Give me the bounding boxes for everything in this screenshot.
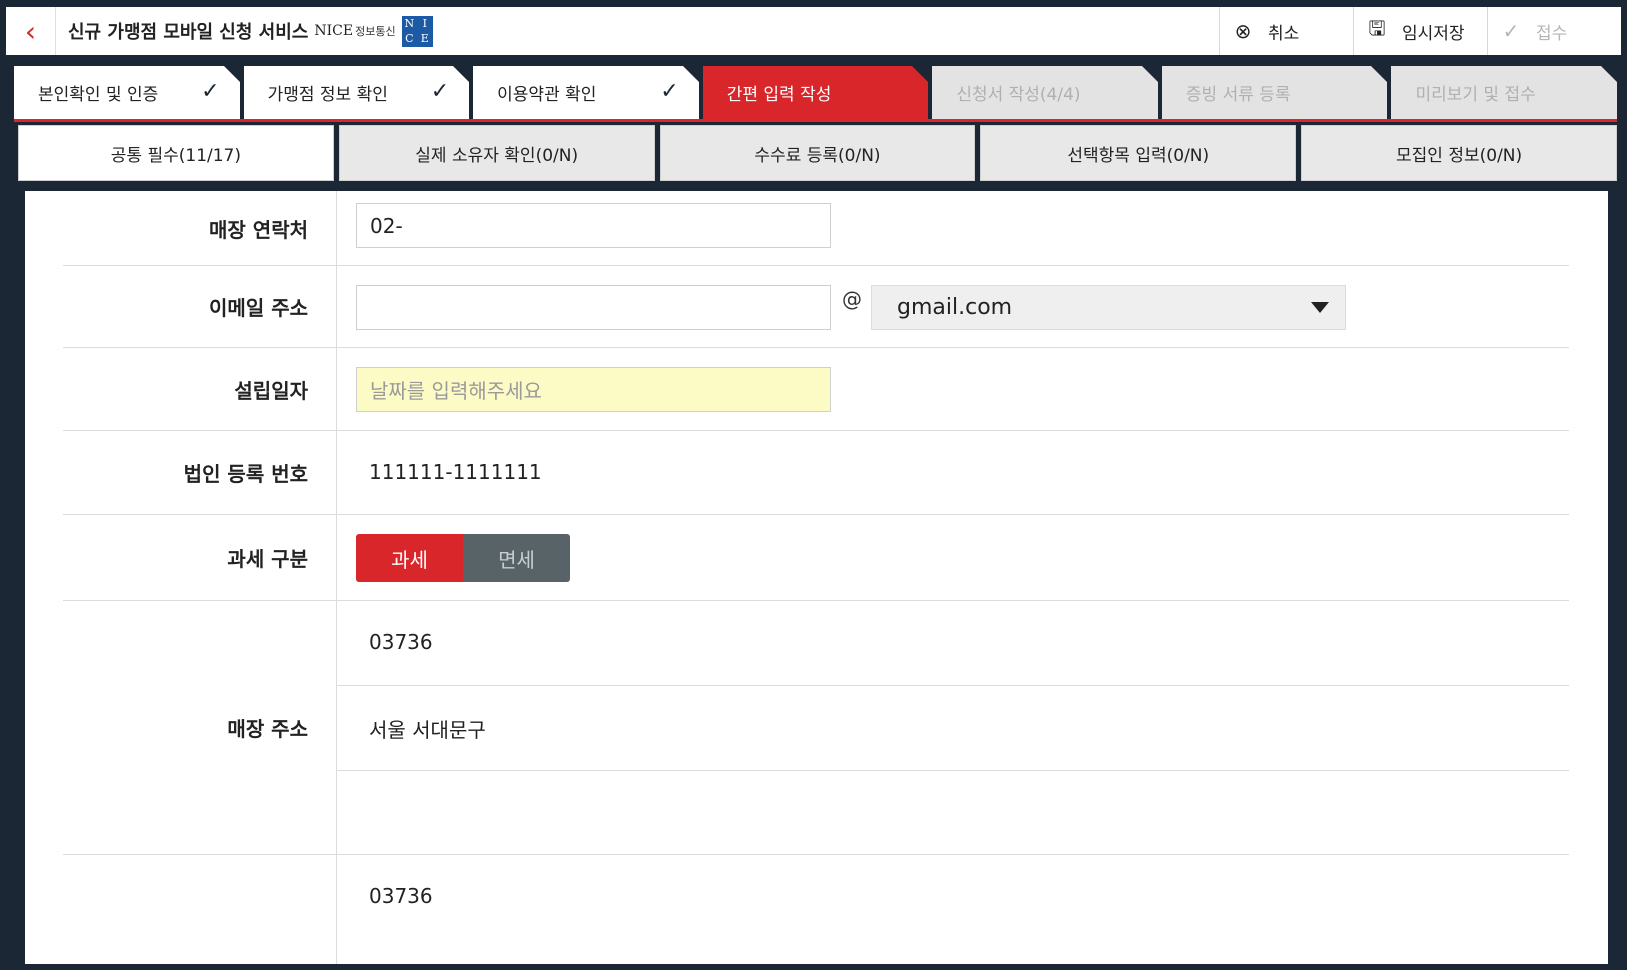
subtab-fees[interactable]: 수수료 등록(0/N) <box>659 125 976 181</box>
email-local-input[interactable] <box>356 285 831 330</box>
temp-save-button[interactable]: 🖫 임시저장 <box>1353 7 1487 55</box>
taxable-option[interactable]: 과세 <box>356 534 463 582</box>
step-label: 본인확인 및 인증 <box>38 85 159 105</box>
step-tab-application[interactable]: 신청서 작성(4/4) <box>932 66 1158 119</box>
brand-sub: 정보통신 <box>355 25 396 38</box>
logo-letter: I <box>422 16 427 30</box>
corp-number-value: 111111-1111111 <box>369 460 542 484</box>
row-store-phone: 매장 연락처 02- <box>63 191 1569 266</box>
email-domain-value: gmail.com <box>897 295 1013 320</box>
store-address-label: 매장 주소 <box>63 601 337 854</box>
checkmark-icon: ✓ <box>201 79 220 104</box>
app-header: ‹ 신규 가맹점 모바일 신청 서비스 NICE 정보통신 N I C E ⊗ … <box>6 7 1621 55</box>
row-address-2: 03736 <box>63 855 1569 964</box>
nice-logo: N I C E <box>401 15 433 47</box>
tax-type-toggle: 과세 면세 <box>356 534 570 582</box>
step-tab-documents[interactable]: 증빙 서류 등록 <box>1161 66 1388 119</box>
step-tab-preview[interactable]: 미리보기 및 접수 <box>1391 66 1618 119</box>
submit-label: 접수 <box>1536 23 1568 44</box>
step-tab-terms[interactable]: 이용약관 확인 ✓ <box>473 66 699 119</box>
active-step-underline <box>14 119 1617 122</box>
step-tab-identity[interactable]: 본인확인 및 인증 ✓ <box>14 66 240 119</box>
temp-save-label: 임시저장 <box>1402 23 1465 44</box>
cancel-button[interactable]: ⊗ 취소 <box>1219 7 1353 55</box>
page-title: 신규 가맹점 모바일 신청 서비스 <box>68 22 309 43</box>
row-store-address: 매장 주소 03736 서울 서대문구 <box>63 601 1569 855</box>
subtab-common-required[interactable]: 공통 필수(11/17) <box>18 125 334 181</box>
tax-exempt-option[interactable]: 면세 <box>463 534 570 582</box>
subtab-beneficial-owner[interactable]: 실제 소유자 확인(0/N) <box>338 125 655 181</box>
step-tabs: 본인확인 및 인증 ✓ 가맹점 정보 확인 ✓ 이용약관 확인 ✓ 간편 입력 … <box>14 66 1618 119</box>
address-zip: 03736 <box>369 630 433 654</box>
sub-tabs: 공통 필수(11/17) 실제 소유자 확인(0/N) 수수료 등록(0/N) … <box>18 125 1617 181</box>
address-2-label <box>63 855 337 964</box>
step-label: 가맹점 정보 확인 <box>267 85 388 105</box>
step-label: 이용약관 확인 <box>497 85 597 105</box>
founded-date-input[interactable]: 날짜를 입력해주세요 <box>356 367 831 412</box>
logo-letter: N <box>404 16 415 30</box>
corp-number-label: 법인 등록 번호 <box>63 431 337 514</box>
cancel-circle-icon: ⊗ <box>1234 19 1252 43</box>
address-2-zip: 03736 <box>369 884 433 908</box>
row-founded-date: 설립일자 날짜를 입력해주세요 <box>63 348 1569 431</box>
founded-date-label: 설립일자 <box>63 348 337 430</box>
at-sign: @ <box>842 287 862 311</box>
logo-letter: E <box>420 32 429 45</box>
step-label: 증빙 서류 등록 <box>1185 85 1291 105</box>
row-tax-type: 과세 구분 과세 면세 <box>63 515 1569 601</box>
save-disk-icon: 🖫 <box>1368 16 1386 40</box>
back-arrow-icon[interactable]: ‹ <box>6 7 56 55</box>
checkmark-icon: ✓ <box>430 79 450 104</box>
divider <box>337 770 1569 771</box>
checkmark-icon: ✓ <box>660 79 679 104</box>
step-label: 신청서 작성(4/4) <box>956 85 1081 105</box>
store-phone-label: 매장 연락처 <box>63 191 337 265</box>
row-corp-number: 법인 등록 번호 111111-1111111 <box>63 431 1569 515</box>
tax-type-label: 과세 구분 <box>63 515 337 600</box>
step-tab-quick-input[interactable]: 간편 입력 작성 <box>702 66 929 119</box>
dropdown-arrow-icon <box>1311 302 1329 313</box>
logo-letter: C <box>405 32 414 45</box>
brand-name: NICE <box>314 23 354 39</box>
divider <box>337 685 1569 686</box>
row-email: 이메일 주소 @ gmail.com <box>63 266 1569 348</box>
email-label: 이메일 주소 <box>63 266 337 347</box>
subtab-recruiter-info[interactable]: 모집인 정보(0/N) <box>1301 125 1617 181</box>
cancel-label: 취소 <box>1268 23 1300 44</box>
store-phone-input[interactable]: 02- <box>356 203 831 248</box>
submit-button[interactable]: ✓ 접수 <box>1487 7 1621 55</box>
subtab-optional-items[interactable]: 선택항목 입력(0/N) <box>980 125 1297 181</box>
check-circle-icon: ✓ <box>1502 19 1520 43</box>
step-tab-merchant-info[interactable]: 가맹점 정보 확인 ✓ <box>243 66 470 119</box>
email-domain-select[interactable]: gmail.com <box>871 285 1346 330</box>
address-line1: 서울 서대문구 <box>369 718 486 742</box>
step-label: 간편 입력 작성 <box>726 85 832 105</box>
step-label: 미리보기 및 접수 <box>1415 85 1536 105</box>
form-panel: 매장 연락처 02- 이메일 주소 @ gmail.com 설립일자 날짜를 입… <box>25 191 1608 964</box>
